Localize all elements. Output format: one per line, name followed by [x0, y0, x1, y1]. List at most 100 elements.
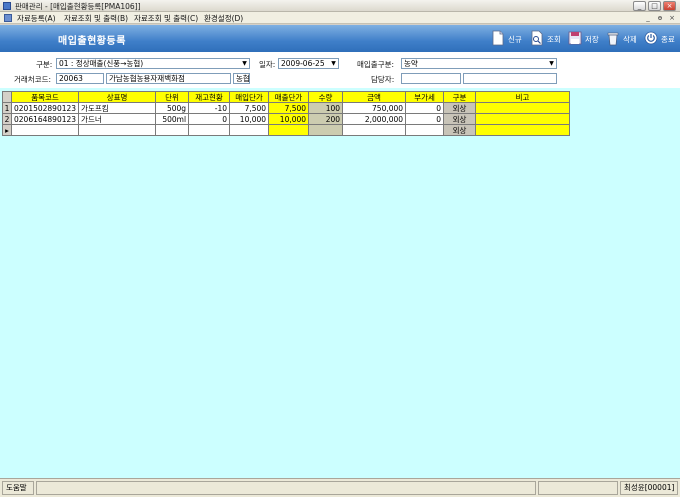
cell-buy-price[interactable]: 10,000 — [229, 113, 270, 125]
grid-header-row: 품목코드 상표명 단위 재고현황 매입단가 매출단가 수량 금액 부가세 구분 … — [2, 91, 571, 103]
dept-value: 농약 — [404, 59, 418, 68]
cell-amount[interactable]: 2,000,000 — [342, 113, 407, 125]
manager-label: 담당자: — [371, 75, 395, 84]
menu-query-print-b[interactable]: 자료조회 및 출력(B) — [64, 13, 128, 24]
category-value: 01 : 정상매출(신풍→농협) — [59, 59, 144, 68]
cell-stock[interactable]: -10 — [188, 102, 231, 114]
cell-vat[interactable]: 0 — [405, 113, 445, 125]
data-grid-area: 품목코드 상표명 단위 재고현황 매입단가 매출단가 수량 금액 부가세 구분 … — [0, 88, 680, 478]
chevron-down-icon[interactable]: ▼ — [547, 59, 556, 68]
category-select[interactable]: 01 : 정상매출(신풍→농협) ▼ — [56, 58, 250, 69]
minimize-button[interactable]: _ — [633, 1, 646, 11]
cell-qty[interactable]: 100 — [308, 102, 344, 114]
maximize-button[interactable]: □ — [648, 1, 661, 11]
cell-note[interactable] — [475, 113, 571, 125]
col-header-vat[interactable]: 부가세 — [405, 91, 445, 103]
chevron-down-icon[interactable]: ▼ — [329, 59, 338, 68]
search-document-icon — [531, 30, 543, 46]
cell-note[interactable] — [475, 102, 571, 114]
cell-sell-price[interactable]: 10,000 — [268, 113, 310, 125]
cell-type[interactable]: 외상 — [443, 113, 477, 125]
cell-unit[interactable] — [155, 124, 190, 136]
cell-item-code[interactable]: 0206164890123 — [10, 113, 80, 125]
cell-unit[interactable]: 500ml — [155, 113, 190, 125]
sales-grid[interactable]: 품목코드 상표명 단위 재고현황 매입단가 매출단가 수량 금액 부가세 구분 … — [2, 91, 571, 136]
trash-can-icon — [607, 32, 619, 46]
cell-note[interactable] — [475, 124, 571, 136]
col-header-item-code[interactable]: 품목코드 — [10, 91, 80, 103]
row-number[interactable]: 2 — [2, 113, 12, 125]
cell-type[interactable]: 외상 — [443, 102, 477, 114]
mdi-close-button[interactable]: × — [667, 14, 677, 22]
new-document-icon — [492, 30, 504, 46]
save-label: 저장 — [585, 35, 599, 44]
cell-stock[interactable]: 0 — [188, 113, 231, 125]
cell-vat[interactable]: 0 — [405, 102, 445, 114]
status-bar: 도움말 최성윤[00001] — [0, 478, 680, 497]
form-header: 매입출현황등록 신규 조회 저장 삭제 종료 — [0, 25, 680, 52]
cell-sell-price[interactable]: 7,500 — [268, 102, 310, 114]
cell-amount[interactable]: 750,000 — [342, 102, 407, 114]
form-title: 매입출현황등록 — [58, 36, 126, 47]
app-icon — [3, 2, 11, 10]
cell-item-code[interactable] — [10, 124, 80, 136]
cell-qty[interactable] — [308, 124, 344, 136]
menu-data-entry[interactable]: 자료등록(A) — [17, 13, 56, 24]
exit-button[interactable]: 종료 — [644, 29, 678, 48]
window-titlebar: 판매관리 - [매입출현황등록[PMA106]] _ □ × — [0, 0, 680, 12]
client-code-label: 거래처코드: — [14, 75, 52, 84]
query-button[interactable]: 조회 — [530, 29, 566, 48]
delete-button[interactable]: 삭제 — [606, 29, 642, 48]
menu-settings[interactable]: 환경설정(D) — [204, 13, 243, 24]
cell-unit[interactable]: 500g — [155, 102, 190, 114]
manager-code-input[interactable] — [401, 73, 461, 84]
cell-stock[interactable] — [188, 124, 231, 136]
table-row-new[interactable]: ▸ 외상 — [2, 124, 571, 136]
col-header-type[interactable]: 구분 — [443, 91, 477, 103]
search-form: 구분: 01 : 정상매출(신풍→농협) ▼ 일자: 2009-06-25 ▼ … — [0, 52, 680, 88]
dept-select[interactable]: 농약 ▼ — [401, 58, 557, 69]
col-header-buy-price[interactable]: 매입단가 — [229, 91, 270, 103]
table-row[interactable]: 1 0201502890123 가도프킴 500g -10 7,500 7,50… — [2, 102, 571, 114]
manager-name-input[interactable] — [463, 73, 557, 84]
cell-amount[interactable] — [342, 124, 407, 136]
cell-qty[interactable]: 200 — [308, 113, 344, 125]
mdi-minimize-button[interactable]: _ — [643, 14, 653, 22]
mdi-restore-button[interactable]: ɵ — [655, 14, 665, 22]
row-header-corner — [2, 91, 12, 103]
col-header-note[interactable]: 비고 — [475, 91, 571, 103]
window-title: 판매관리 - [매입출현황등록[PMA106]] — [15, 2, 141, 11]
client-type-input[interactable]: 농협 — [233, 73, 250, 84]
row-number[interactable]: 1 — [2, 102, 12, 114]
cell-brand[interactable]: 가도프킴 — [78, 102, 157, 114]
query-label: 조회 — [547, 35, 561, 44]
cell-item-code[interactable]: 0201502890123 — [10, 102, 80, 114]
close-button[interactable]: × — [663, 1, 676, 11]
cell-brand[interactable] — [78, 124, 157, 136]
client-name-input[interactable]: 가남농협농용자재백화점 — [106, 73, 231, 84]
exit-label: 종료 — [661, 35, 675, 44]
cell-buy-price[interactable]: 7,500 — [229, 102, 270, 114]
date-picker[interactable]: 2009-06-25 ▼ — [278, 58, 339, 69]
save-button[interactable]: 저장 — [568, 29, 604, 48]
menu-query-print-c[interactable]: 자료조회 및 출력(C) — [134, 13, 198, 24]
chevron-down-icon[interactable]: ▼ — [240, 59, 249, 68]
cell-buy-price[interactable] — [229, 124, 270, 136]
date-label: 일자: — [259, 60, 276, 69]
col-header-sell-price[interactable]: 매출단가 — [268, 91, 310, 103]
col-header-brand[interactable]: 상표명 — [78, 91, 157, 103]
row-pointer-icon[interactable]: ▸ — [2, 124, 12, 136]
col-header-amount[interactable]: 금액 — [342, 91, 407, 103]
col-header-unit[interactable]: 단위 — [155, 91, 190, 103]
col-header-qty[interactable]: 수량 — [308, 91, 344, 103]
document-icon — [4, 14, 12, 22]
col-header-stock[interactable]: 재고현황 — [188, 91, 231, 103]
cell-type[interactable]: 외상 — [443, 124, 477, 136]
delete-label: 삭제 — [623, 35, 637, 44]
cell-brand[interactable]: 가드너 — [78, 113, 157, 125]
cell-sell-price[interactable] — [268, 124, 310, 136]
client-code-input[interactable]: 20063 — [56, 73, 104, 84]
table-row[interactable]: 2 0206164890123 가드너 500ml 0 10,000 10,00… — [2, 113, 571, 125]
cell-vat[interactable] — [405, 124, 445, 136]
new-button[interactable]: 신규 — [491, 29, 527, 48]
